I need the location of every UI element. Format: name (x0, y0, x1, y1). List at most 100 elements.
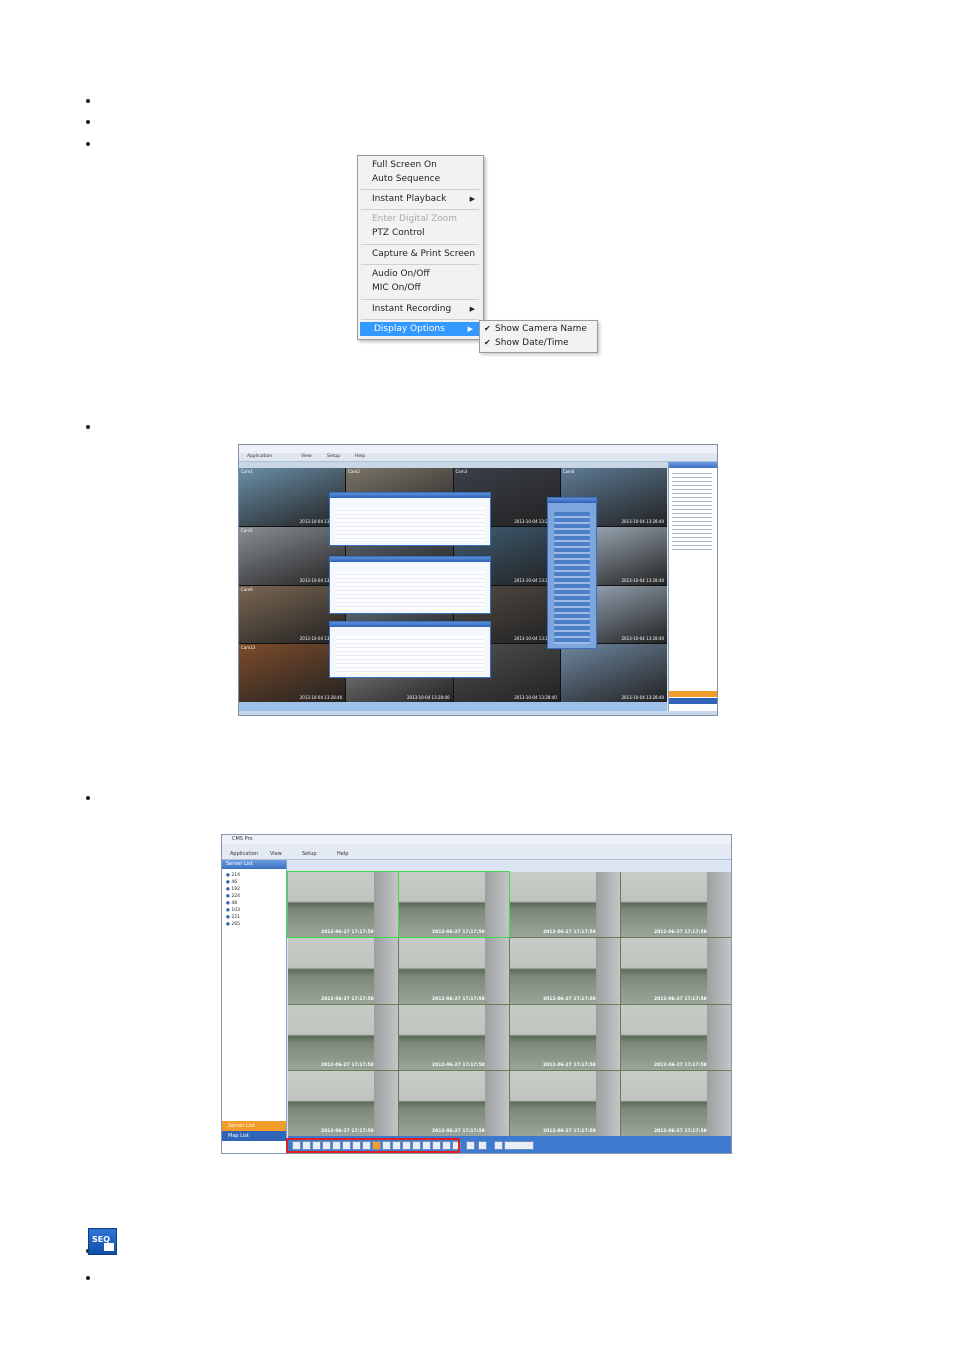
submenu-item-show-date-time[interactable]: ✔ Show Date/Time (480, 336, 569, 350)
camera-timestamp: 2012-06-27 17:17:58 (654, 1062, 707, 1068)
camera-tile[interactable]: Cam162013-10-04 13:28:40 (560, 644, 667, 702)
menu-item-display-options[interactable]: Display Options ▶ (360, 322, 479, 336)
system-log-dialog (329, 621, 491, 678)
server-list-panel: Server List ● 214 ● 46 ● 192 ● 224 ● 48 ● 103… (222, 860, 287, 1153)
cms-screenshot-16-split: CMS Pro Application View Setup Help Serv… (221, 834, 732, 1154)
server-tree-item[interactable]: ● 221 (226, 914, 240, 921)
camera-image (595, 1070, 620, 1136)
menu-item-ptz-control[interactable]: PTZ Control (358, 226, 481, 240)
camera-label: Cam1 (241, 469, 253, 474)
tab-strip (288, 861, 730, 872)
menu-item-audio[interactable]: Audio On/Off (358, 267, 481, 281)
camera-tile[interactable]: 2012-06-27 17:17:58 (510, 938, 620, 1004)
map-list-button[interactable] (669, 698, 717, 704)
camera-timestamp: 2012-06-27 17:17:58 (432, 996, 485, 1002)
camera-tile[interactable]: 2012-06-27 17:17:58 (621, 938, 731, 1004)
server-tree-label: 48 (231, 901, 238, 906)
camera-tile[interactable]: 2012-06-27 17:17:58 (288, 938, 398, 1004)
server-tree-item[interactable]: ● 103 (226, 907, 240, 914)
layout-button[interactable] (504, 1141, 534, 1150)
layout-button[interactable] (494, 1141, 503, 1150)
bullet (86, 796, 90, 800)
bullet (86, 425, 90, 429)
window-title-bar (239, 445, 717, 453)
camera-timestamp: 2012-06-27 17:17:58 (654, 996, 707, 1002)
submenu-arrow-icon: ▶ (469, 305, 475, 313)
camera-image (595, 938, 620, 1004)
camera-image (484, 1070, 509, 1136)
camera-tile[interactable]: 2012-06-27 17:17:58 (510, 1070, 620, 1136)
menu-setup[interactable]: Setup (327, 453, 340, 461)
server-tree-label: 221 (231, 915, 240, 920)
menu-setup[interactable]: Setup (302, 851, 317, 857)
bullet (86, 120, 90, 124)
menu-application[interactable]: Application (247, 453, 272, 461)
server-tree: ● 214 ● 46 ● 192 ● 224 ● 48 ● 103 ● 221 ● 265 (226, 872, 240, 928)
camera-timestamp: 2013-10-04 13:28:40 (621, 518, 664, 524)
camera-tile[interactable]: 2012-06-27 17:17:58 (399, 938, 509, 1004)
camera-timestamp: 2012-06-27 17:17:58 (432, 1062, 485, 1068)
menu-item-capture-print[interactable]: Capture & Print Screen (358, 247, 481, 261)
menu-item-instant-playback[interactable]: Instant Playback ▶ (358, 192, 481, 206)
server-tree-item[interactable]: ● 46 (226, 879, 240, 886)
menu-help[interactable]: Help (337, 851, 348, 857)
camera-tile[interactable]: 2012-06-27 17:17:58 (287, 870, 399, 939)
camera-image (595, 1004, 620, 1070)
camera-timestamp: 2012-06-27 17:17:58 (543, 1062, 596, 1068)
camera-tile[interactable]: 2012-06-27 17:17:58 (288, 1004, 398, 1070)
sequence-icon[interactable]: SEQ (88, 1228, 117, 1255)
menu-help[interactable]: Help (355, 453, 365, 461)
camera-image (373, 1070, 398, 1136)
server-tree-item[interactable]: ● 265 (226, 921, 240, 928)
camera-image (373, 938, 398, 1004)
menu-item-full-screen[interactable]: Full Screen On (358, 158, 481, 172)
camera-image (484, 1004, 509, 1070)
submenu-arrow-icon: ▶ (469, 195, 475, 203)
server-tree (672, 471, 712, 551)
camera-label: Cam4 (562, 469, 575, 474)
menu-view[interactable]: View (301, 453, 312, 461)
server-tree-item[interactable]: ● 224 (226, 893, 240, 900)
layout-toolbar (239, 702, 667, 711)
server-list-button[interactable] (669, 691, 717, 697)
context-menu: Full Screen On Auto Sequence Instant Pla… (357, 155, 484, 340)
camera-tile[interactable]: 2012-06-27 17:17:58 (288, 1070, 398, 1136)
camera-timestamp: 2013-10-04 13:28:40 (621, 695, 664, 700)
layout-button[interactable] (478, 1141, 487, 1150)
server-list-button[interactable]: Server List (222, 1121, 286, 1131)
menu-separator (361, 209, 479, 210)
camera-tile[interactable]: 2012-06-27 17:17:58 (510, 872, 620, 938)
event-log-dialog (329, 492, 491, 546)
layout-button[interactable] (466, 1141, 475, 1150)
menu-separator (361, 244, 479, 245)
camera-label: Cam9 (241, 586, 253, 592)
display-options-submenu: ✔ Show Camera Name ✔ Show Date/Time (479, 320, 598, 353)
menu-item-instant-recording[interactable]: Instant Recording ▶ (358, 302, 481, 316)
menu-separator (361, 319, 479, 320)
menu-item-mic[interactable]: MIC On/Off (358, 281, 481, 295)
camera-tile[interactable]: 2012-06-27 17:17:58 (621, 1070, 731, 1136)
camera-timestamp: 2013-10-04 13:28:40 (299, 695, 343, 700)
server-tree-item[interactable]: ● 192 (226, 886, 240, 893)
server-list-title: Server List (222, 860, 286, 869)
menu-view[interactable]: View (270, 851, 282, 857)
menu-application[interactable]: Application (230, 851, 258, 857)
camera-timestamp: 2012-06-27 17:17:58 (321, 930, 374, 936)
status-panel-dialog (547, 497, 597, 649)
camera-tile[interactable]: 2012-06-27 17:17:58 (398, 870, 510, 939)
server-tree-item[interactable]: ● 48 (226, 900, 240, 907)
menu-item-auto-sequence[interactable]: Auto Sequence (358, 172, 481, 186)
camera-image (484, 872, 509, 938)
map-list-button[interactable]: Map List (222, 1131, 286, 1141)
camera-tile[interactable]: 2012-06-27 17:17:58 (621, 872, 731, 938)
camera-tile[interactable]: 2012-06-27 17:17:58 (399, 1070, 509, 1136)
submenu-item-show-camera-name[interactable]: ✔ Show Camera Name (480, 322, 587, 336)
camera-label: Cam3 (455, 469, 468, 474)
camera-tile[interactable]: 2012-06-27 17:17:58 (510, 1004, 620, 1070)
camera-timestamp: 2012-06-27 17:17:58 (654, 930, 707, 936)
camera-tile[interactable]: 2012-06-27 17:17:58 (399, 1004, 509, 1070)
camera-tile[interactable]: 2012-06-27 17:17:58 (621, 1004, 731, 1070)
camera-timestamp: 2012-06-27 17:17:58 (321, 1129, 374, 1134)
server-tree-label: 224 (231, 894, 240, 899)
server-tree-item[interactable]: ● 214 (226, 872, 240, 879)
